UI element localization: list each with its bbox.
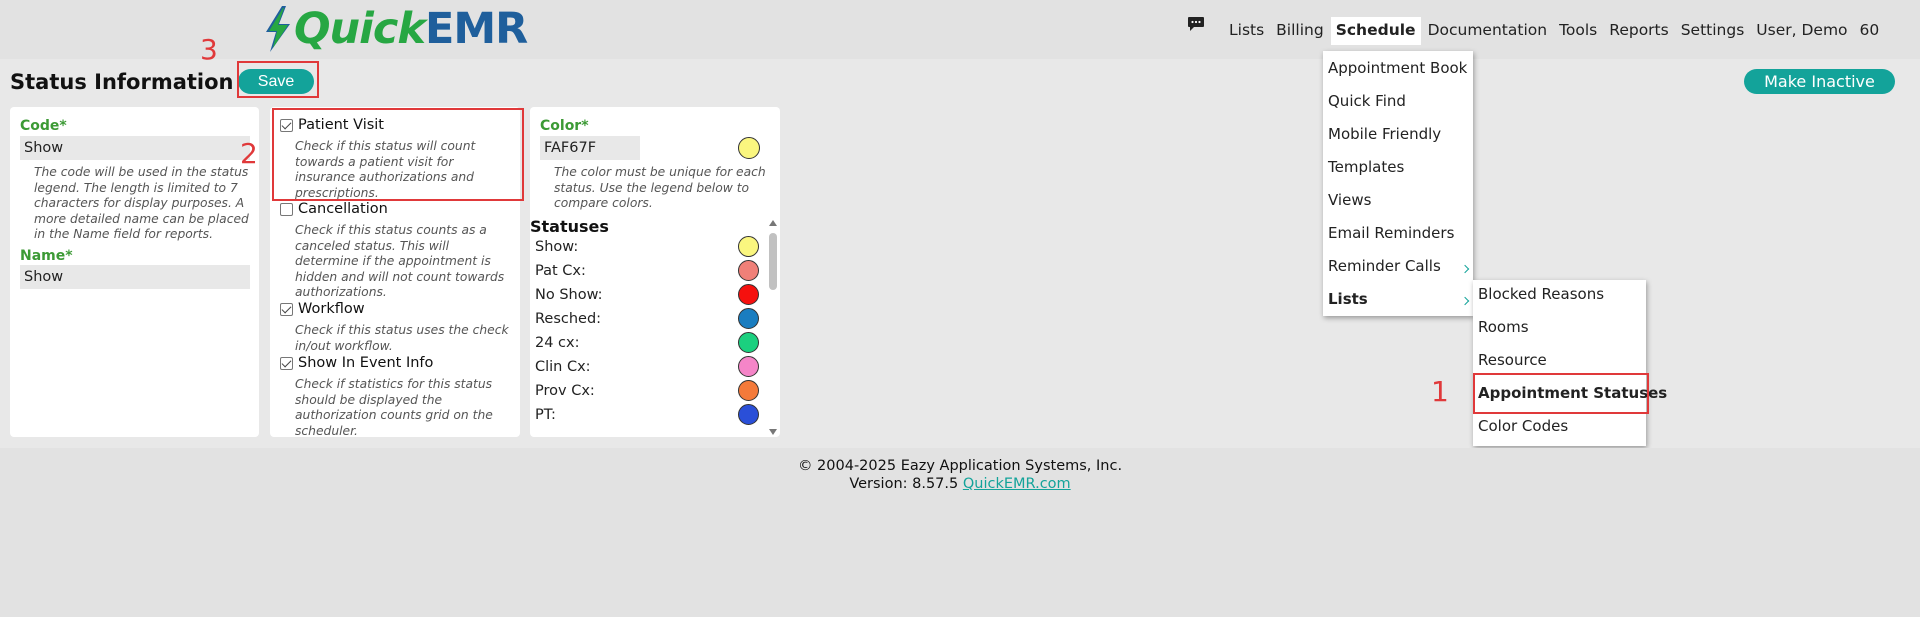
logo-emr-text: EMR xyxy=(425,4,528,54)
annotation-number-2: 2 xyxy=(240,137,258,170)
status-name: PT: xyxy=(535,407,556,423)
status-row: No Show: xyxy=(535,283,765,307)
show-in-event-info-help: Check if statistics for this status shou… xyxy=(295,377,493,438)
chevron-right-icon xyxy=(1460,264,1470,274)
code-help-text: The code will be used in the status lege… xyxy=(34,165,249,241)
show-in-event-info-option[interactable]: Show In Event Info xyxy=(280,355,433,371)
status-color-dot xyxy=(738,236,759,257)
status-name: 24 cx: xyxy=(535,335,580,351)
nav-settings[interactable]: Settings xyxy=(1681,21,1745,45)
lightning-bolt-icon xyxy=(266,6,290,52)
status-row: Resched: xyxy=(535,307,765,331)
menu-item-views[interactable]: Views xyxy=(1328,191,1371,209)
page-title: Status Information xyxy=(10,70,234,94)
cancellation-help: Check if this status counts as a cancele… xyxy=(295,223,505,299)
code-name-panel: Code* Show The code will be used in the … xyxy=(10,107,259,437)
schedule-menu: Appointment Book Quick Find Mobile Frien… xyxy=(1323,51,1473,316)
menu-item-reminder-calls[interactable]: Reminder Calls xyxy=(1328,257,1441,275)
annotation-highlight-save xyxy=(237,61,319,98)
nav-billing[interactable]: Billing xyxy=(1276,21,1324,45)
cancellation-checkbox[interactable] xyxy=(280,202,293,216)
nav-user[interactable]: User, Demo xyxy=(1756,21,1847,45)
code-field[interactable]: Show xyxy=(20,136,250,160)
menu-item-mobile-friendly[interactable]: Mobile Friendly xyxy=(1328,125,1441,143)
show-in-event-info-label: Show In Event Info xyxy=(298,355,434,371)
workflow-option[interactable]: Workflow xyxy=(280,301,365,317)
status-color-dot xyxy=(738,308,759,329)
show-in-event-info-checkbox[interactable] xyxy=(280,356,293,370)
status-color-dot xyxy=(738,332,759,353)
annotation-highlight-patient-visit xyxy=(272,108,524,201)
main-nav: Lists Billing Schedule Documentation Too… xyxy=(1229,17,1891,45)
color-swatch[interactable] xyxy=(738,137,760,159)
nav-lists[interactable]: Lists xyxy=(1229,21,1264,45)
logo-quick-text: Quick xyxy=(294,4,426,54)
status-name: Show: xyxy=(535,239,579,255)
nav-tools[interactable]: Tools xyxy=(1559,21,1597,45)
statuses-title: Statuses xyxy=(530,217,609,236)
nav-reports[interactable]: Reports xyxy=(1609,21,1668,45)
menu-item-appointment-book[interactable]: Appointment Book xyxy=(1328,59,1467,77)
status-color-dot xyxy=(738,260,759,281)
lists-submenu: Blocked Reasons Rooms Resource Appointme… xyxy=(1473,280,1667,446)
workflow-checkbox[interactable] xyxy=(280,302,293,316)
status-name: No Show: xyxy=(535,287,603,303)
chat-bubble-icon[interactable] xyxy=(1187,16,1205,32)
submenu-item-color-codes[interactable]: Color Codes xyxy=(1478,417,1568,435)
annotation-number-3: 3 xyxy=(200,33,218,66)
status-color-dot xyxy=(738,404,759,425)
scroll-thumb[interactable] xyxy=(769,233,777,290)
status-name: Pat Cx: xyxy=(535,263,586,279)
submenu-item-rooms[interactable]: Rooms xyxy=(1478,318,1529,336)
scroll-down-arrow-icon[interactable] xyxy=(769,429,777,435)
chevron-right-icon xyxy=(1460,296,1470,306)
color-label: Color* xyxy=(540,118,589,134)
status-name: Prov Cx: xyxy=(535,383,595,399)
status-name: Clin Cx: xyxy=(535,359,591,375)
footer-copyright: © 2004-2025 Eazy Application Systems, In… xyxy=(797,458,1123,474)
status-row: 24 cx: xyxy=(535,331,765,355)
status-row: Pat Cx: xyxy=(535,259,765,283)
name-field[interactable]: Show xyxy=(20,265,250,289)
status-row: Show: xyxy=(535,235,765,259)
status-color-dot xyxy=(738,356,759,377)
nav-documentation[interactable]: Documentation xyxy=(1428,21,1548,45)
submenu-item-blocked-reasons[interactable]: Blocked Reasons xyxy=(1478,285,1604,303)
status-row: Prov Cx: xyxy=(535,379,765,403)
quickemr-link[interactable]: QuickEMR.com xyxy=(963,476,1071,492)
status-color-dot xyxy=(738,380,759,401)
status-row: PT: xyxy=(535,403,765,427)
statuses-scrollbar[interactable] xyxy=(767,220,779,435)
version-text: Version: 8.57.5 xyxy=(849,476,959,492)
cancellation-label: Cancellation xyxy=(298,201,388,217)
status-row: Clin Cx: xyxy=(535,355,765,379)
color-field[interactable]: FAF67F xyxy=(540,136,640,160)
annotation-number-1: 1 xyxy=(1431,375,1449,408)
color-panel: Color* FAF67F The color must be unique f… xyxy=(530,107,780,437)
menu-item-lists[interactable]: Lists xyxy=(1328,290,1368,308)
workflow-label: Workflow xyxy=(298,301,365,317)
menu-item-quick-find[interactable]: Quick Find xyxy=(1328,92,1406,110)
nav-schedule[interactable]: Schedule xyxy=(1330,17,1421,45)
workflow-help: Check if this status uses the check in/o… xyxy=(295,323,509,353)
nav-session-timer: 60 xyxy=(1859,21,1880,39)
scroll-up-arrow-icon[interactable] xyxy=(769,220,777,226)
statuses-legend: Show: Pat Cx: No Show: Resched: 24 cx: C… xyxy=(530,235,770,435)
quickemr-logo[interactable]: Quick EMR xyxy=(262,4,528,54)
footer-version: Version: 8.57.5 QuickEMR.com xyxy=(0,476,1920,492)
submenu-item-resource[interactable]: Resource xyxy=(1478,351,1547,369)
status-color-dot xyxy=(738,284,759,305)
status-name: Resched: xyxy=(535,311,602,327)
cancellation-option[interactable]: Cancellation xyxy=(280,201,388,217)
color-help-text: The color must be unique for each status… xyxy=(554,165,766,210)
menu-item-templates[interactable]: Templates xyxy=(1328,158,1404,176)
name-label: Name* xyxy=(20,248,73,264)
code-label: Code* xyxy=(20,118,67,134)
menu-item-email-reminders[interactable]: Email Reminders xyxy=(1328,224,1454,242)
make-inactive-button[interactable]: Make Inactive xyxy=(1744,69,1895,94)
annotation-highlight-appointment-statuses xyxy=(1473,373,1649,414)
